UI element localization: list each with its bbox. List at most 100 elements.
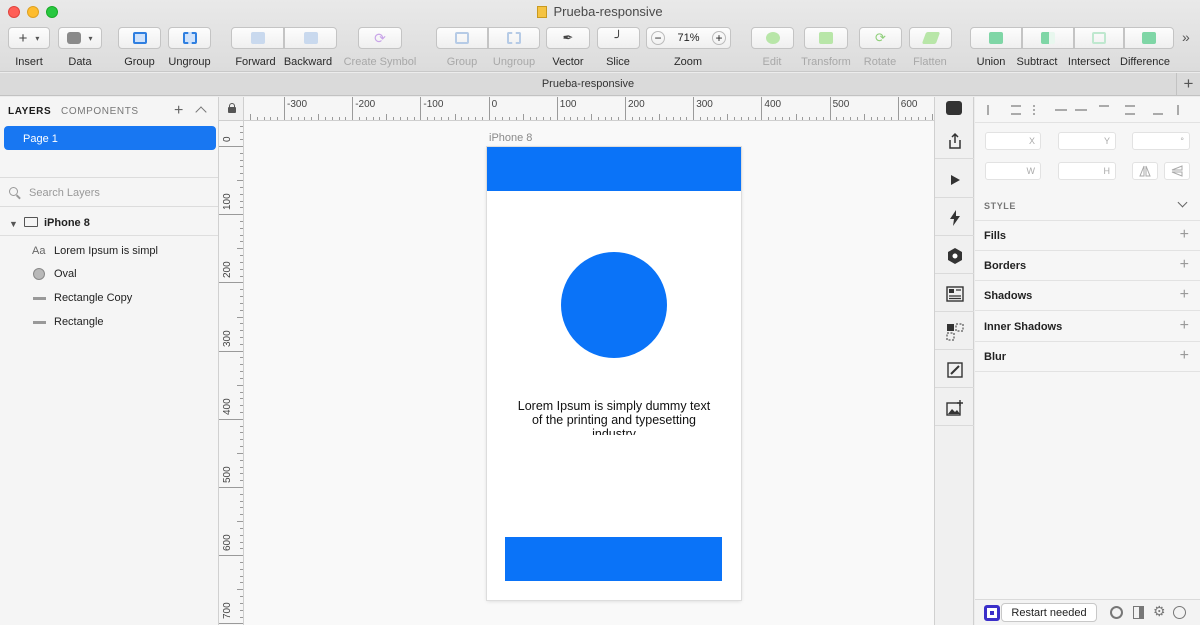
selection-button[interactable]	[935, 314, 974, 350]
difference-icon	[1142, 32, 1156, 44]
align-right-icon[interactable]	[1075, 109, 1087, 111]
chevron-down-icon[interactable]	[1177, 197, 1188, 208]
add-inner-shadow-button[interactable]: +	[1180, 317, 1189, 335]
union-button[interactable]	[970, 27, 1022, 49]
add-blur-button[interactable]: +	[1180, 347, 1189, 365]
ruler-tick	[625, 97, 626, 120]
align-center-icon[interactable]	[1011, 105, 1021, 115]
y-field[interactable]: Y	[1058, 132, 1116, 150]
artboard-iphone-8[interactable]: Lorem Ipsum is simply dummy text of the …	[487, 147, 741, 600]
layer-item-rectangle-copy[interactable]: Rectangle Copy	[0, 287, 218, 309]
record-icon[interactable]	[1110, 606, 1123, 619]
oval-shape[interactable]	[561, 252, 667, 358]
add-page-button[interactable]: +	[174, 102, 183, 120]
align-bottom-icon[interactable]	[1153, 105, 1163, 115]
tab-layers[interactable]: LAYERS	[8, 106, 51, 117]
align-top-icon[interactable]	[1099, 105, 1109, 115]
add-shadow-button[interactable]: +	[1180, 286, 1189, 304]
ruler-tick	[219, 146, 243, 147]
toolbar-overflow-button[interactable]: »	[1182, 29, 1190, 45]
fills-section[interactable]: Fills +	[975, 221, 1200, 251]
difference-button[interactable]	[1124, 27, 1174, 49]
layout-button[interactable]	[935, 276, 974, 312]
blur-section[interactable]: Blur +	[975, 342, 1200, 372]
layer-artboard-iphone-8[interactable]: ▼ iPhone 8	[0, 210, 218, 236]
layer-item-text[interactable]: Aa Lorem Ipsum is simpl	[0, 240, 218, 262]
search-icon-handle	[16, 194, 21, 200]
edit-button[interactable]	[751, 27, 794, 49]
distribute-icon[interactable]	[1033, 105, 1037, 115]
plugins-button[interactable]	[935, 238, 974, 274]
compass-icon[interactable]	[1173, 606, 1186, 619]
edit-shape-button[interactable]	[935, 352, 974, 388]
artboard-title[interactable]: iPhone 8	[489, 132, 532, 144]
data-icon	[67, 32, 82, 44]
backward-button[interactable]	[284, 27, 337, 49]
panel-icon[interactable]	[1133, 606, 1144, 619]
width-field[interactable]: W	[985, 162, 1041, 180]
canvas[interactable]: iPhone 8 Lorem Ipsum is simply dummy tex…	[244, 121, 934, 625]
ungroup-disabled-button[interactable]	[488, 27, 540, 49]
x-field[interactable]: X	[985, 132, 1041, 150]
horizontal-ruler[interactable]: -300 -200 -100 0 100 200 300 400 500 600	[244, 97, 934, 121]
preview-button[interactable]	[935, 162, 974, 198]
slice-button[interactable]: ╯	[597, 27, 640, 49]
layers-panel: LAYERS COMPONENTS + Page 1 Search Layers…	[0, 97, 219, 625]
rotate-button[interactable]: ⟳	[859, 27, 902, 49]
export-button[interactable]	[935, 123, 974, 159]
layer-item-rectangle[interactable]: Rectangle	[0, 311, 218, 333]
shadows-section[interactable]: Shadows +	[975, 281, 1200, 311]
intersect-button[interactable]	[1074, 27, 1124, 49]
data-button[interactable]: ▾	[58, 27, 102, 49]
forward-button[interactable]	[231, 27, 284, 49]
zoom-in-button[interactable]: +	[712, 31, 726, 45]
create-symbol-button[interactable]: ⟳	[358, 27, 402, 49]
body-text-layer[interactable]: Lorem Ipsum is simply dummy text of the …	[511, 399, 717, 435]
layer-label: Rectangle Copy	[54, 292, 133, 304]
inspector-toggle-icon[interactable]	[946, 101, 962, 115]
chevron-up-icon[interactable]	[195, 106, 207, 118]
search-layers-input[interactable]: Search Layers	[0, 177, 218, 207]
tab-components[interactable]: COMPONENTS	[61, 106, 139, 117]
flip-horizontal-button[interactable]	[1132, 162, 1158, 180]
group-disabled-button[interactable]	[436, 27, 488, 49]
style-header[interactable]: STYLE	[975, 191, 1200, 221]
flatten-button[interactable]	[909, 27, 952, 49]
disclosure-triangle-icon[interactable]: ▼	[9, 219, 18, 229]
flip-vertical-button[interactable]	[1164, 162, 1190, 180]
vertical-ruler[interactable]: 0 100 200 300 400 500 600 700	[219, 121, 244, 625]
subtract-button[interactable]	[1022, 27, 1074, 49]
ruler-tick	[219, 350, 243, 352]
group-button[interactable]	[118, 27, 161, 49]
vertical-toolbar	[934, 97, 974, 625]
vector-button[interactable]: ✒	[546, 27, 590, 49]
add-image-button[interactable]	[935, 390, 974, 426]
layer-item-oval[interactable]: Oval	[0, 263, 218, 285]
transform-button[interactable]	[804, 27, 848, 49]
ruler-tick	[249, 114, 251, 120]
prototype-button[interactable]	[935, 200, 974, 236]
toolbar-label-flatten: Flatten	[913, 56, 947, 68]
add-fill-button[interactable]: +	[1180, 226, 1189, 244]
height-field[interactable]: H	[1058, 162, 1116, 180]
document-tab[interactable]: Prueba-responsive	[0, 78, 1176, 90]
restart-needed-button[interactable]: Restart needed	[1001, 603, 1097, 622]
borders-section[interactable]: Borders +	[975, 251, 1200, 281]
align-left-icon[interactable]	[987, 105, 997, 115]
bottom-rectangle[interactable]	[505, 537, 722, 581]
page-item-page-1[interactable]: Page 1	[4, 126, 216, 150]
gear-icon[interactable]: ⚙	[1153, 603, 1166, 620]
zoom-out-button[interactable]: −	[651, 31, 665, 45]
insert-button[interactable]: + ▾	[8, 27, 50, 49]
top-rectangle[interactable]	[487, 147, 741, 191]
align-vertical-center-icon[interactable]	[1125, 105, 1135, 115]
distribute-vertical-icon[interactable]	[1177, 105, 1181, 115]
align-middle-icon[interactable]	[1055, 109, 1067, 111]
plugin-status-icon[interactable]	[984, 605, 1000, 621]
inner-shadows-section[interactable]: Inner Shadows +	[975, 312, 1200, 342]
ruler-tick	[352, 97, 354, 120]
rotation-field[interactable]: °	[1132, 132, 1190, 150]
ungroup-button[interactable]	[168, 27, 211, 49]
add-border-button[interactable]: +	[1180, 256, 1189, 274]
new-tab-button[interactable]: +	[1176, 73, 1200, 96]
